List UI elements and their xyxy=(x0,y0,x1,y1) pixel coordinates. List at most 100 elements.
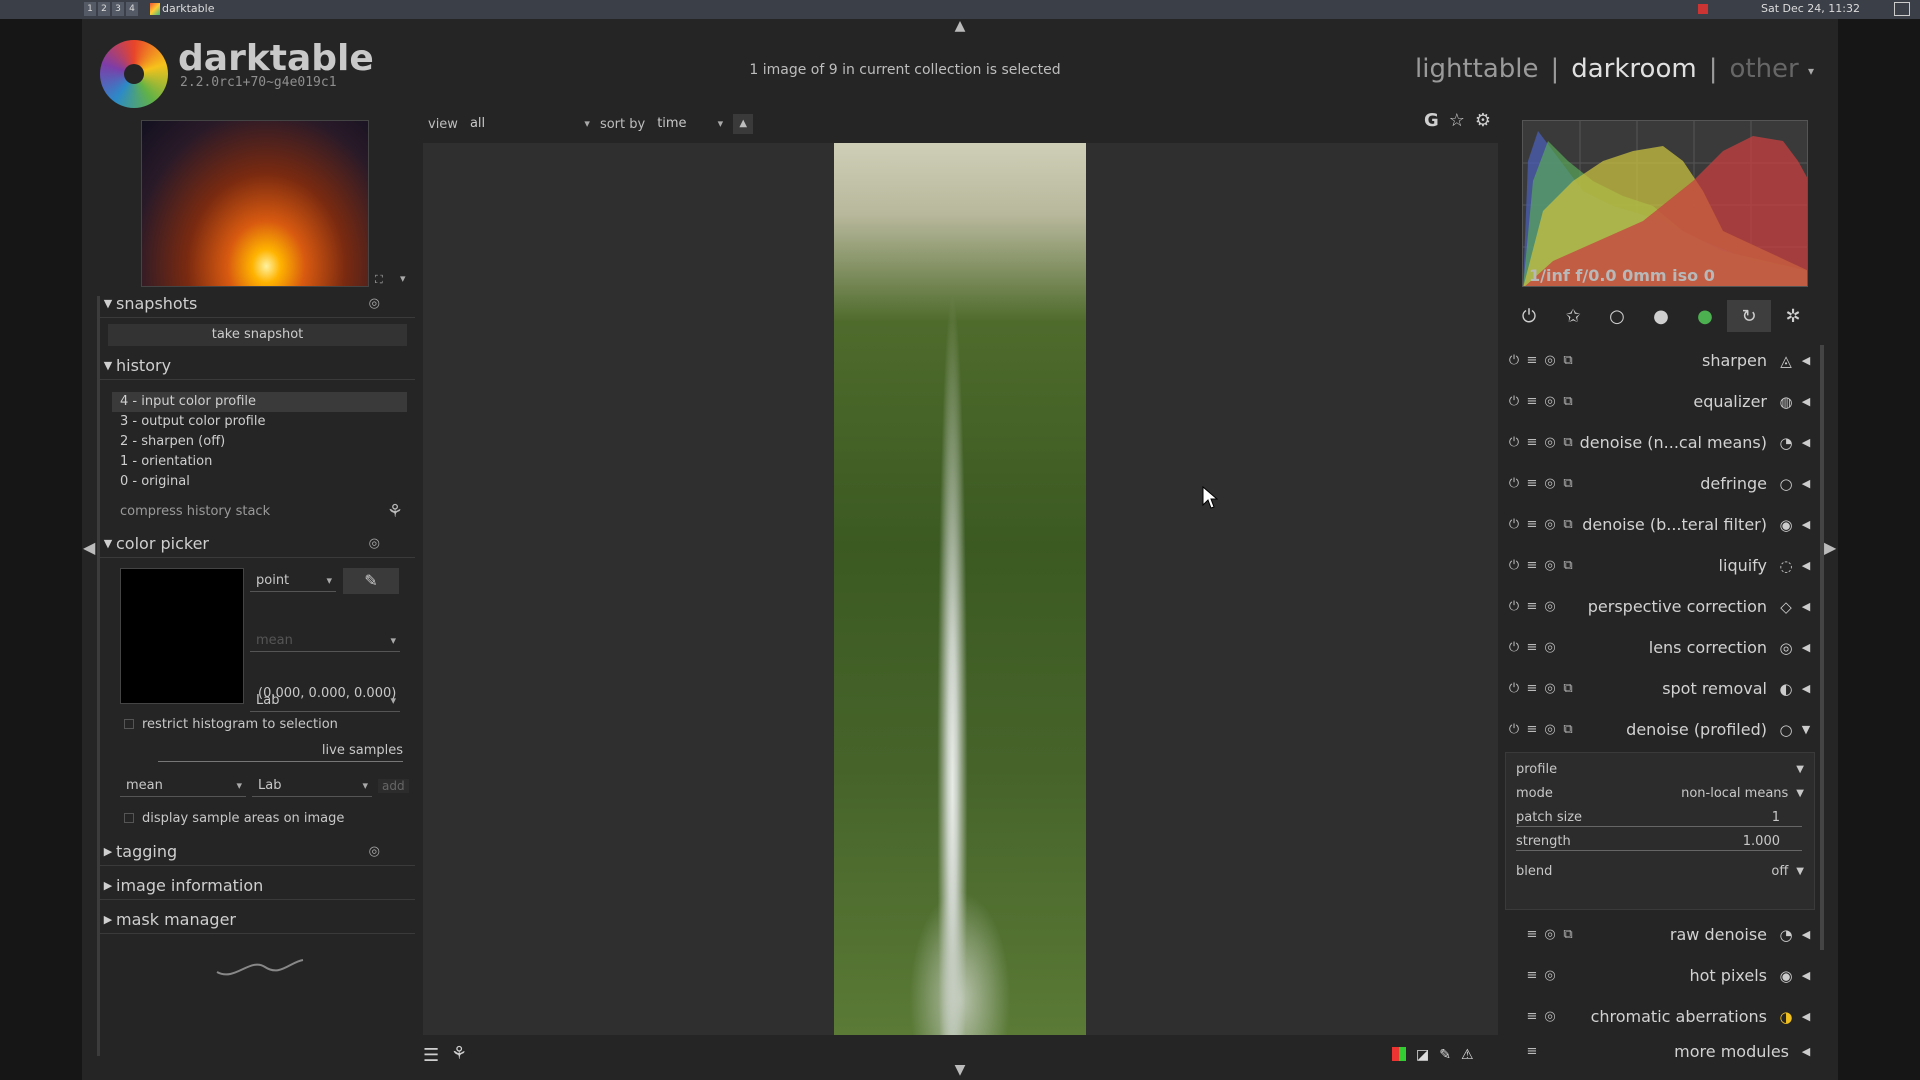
workspace-4[interactable]: 4 xyxy=(126,2,138,16)
styles-icon[interactable]: ⚘ xyxy=(387,501,403,522)
reset-icon[interactable]: ◎ xyxy=(1541,968,1559,983)
collapse-bottom-arrow-icon[interactable]: ▼ xyxy=(950,1062,970,1078)
waterfall-image[interactable] xyxy=(834,143,1086,1035)
mode-select[interactable]: mode non-local means ▼ xyxy=(1506,781,1814,805)
presets-icon[interactable]: ≡ xyxy=(1523,353,1541,368)
presets-icon[interactable]: ≡ xyxy=(1523,1044,1541,1059)
presets-icon[interactable]: ≡ xyxy=(1523,517,1541,532)
presets-icon[interactable]: ≡ xyxy=(1523,722,1541,737)
tagging-header[interactable]: ▶ tagging ◎ xyxy=(100,838,415,866)
picker-stat-select[interactable]: mean xyxy=(250,630,400,652)
active-modules-power-icon[interactable]: ⏻ xyxy=(1507,300,1551,332)
eyedropper-icon[interactable]: ✎ xyxy=(343,568,399,594)
power-icon[interactable]: ⏻ xyxy=(1505,640,1523,655)
power-icon[interactable]: ⏻ xyxy=(1505,681,1523,696)
collapse-arrow-icon[interactable]: ▼ xyxy=(1797,723,1815,736)
power-icon[interactable]: ⏻ xyxy=(1505,394,1523,409)
compress-history-button[interactable]: compress history stack xyxy=(120,504,270,519)
duplicate-icon[interactable]: ⧉ xyxy=(1559,394,1577,409)
module-liquify[interactable]: ⏻ ≡ ◎ ⧉ liquify ◌ ◀ xyxy=(1505,545,1815,586)
view-lighttable[interactable]: lighttable xyxy=(1415,54,1538,84)
module-denoise-profiled[interactable]: ⏻ ≡ ◎ ⧉ denoise (profiled) ○ ▼ xyxy=(1505,709,1815,750)
reset-icon[interactable]: ◎ xyxy=(1541,722,1559,737)
presets-icon[interactable]: ≡ xyxy=(1523,640,1541,655)
profile-select[interactable]: profile ▼ xyxy=(1506,757,1814,781)
expand-arrow-icon[interactable]: ◀ xyxy=(1797,969,1815,982)
module-sharpen[interactable]: ⏻ ≡ ◎ ⧉ sharpen ◬ ◀ xyxy=(1505,340,1815,381)
collapse-left-arrow-icon[interactable]: ◀ xyxy=(83,538,95,557)
softproof-icon[interactable]: ✎ xyxy=(1439,1047,1451,1063)
sample-stat-select[interactable]: mean xyxy=(120,775,246,797)
expand-arrow-icon[interactable]: ◀ xyxy=(1797,1045,1815,1058)
expand-arrow-icon[interactable]: ◀ xyxy=(1797,559,1815,572)
strength-slider[interactable]: strength 1.000 xyxy=(1506,829,1814,853)
expand-arrow-icon[interactable]: ◀ xyxy=(1797,395,1815,408)
mask-manager-header[interactable]: ▶ mask manager xyxy=(100,906,415,934)
workspace-3[interactable]: 3 xyxy=(112,2,124,16)
view-filter-select[interactable]: all xyxy=(464,113,594,135)
reset-icon[interactable]: ◎ xyxy=(1541,517,1559,532)
expand-arrow-icon[interactable]: ◀ xyxy=(1797,600,1815,613)
slider-track[interactable] xyxy=(1516,850,1802,851)
duplicate-icon[interactable]: ⧉ xyxy=(1559,517,1577,532)
reset-icon[interactable]: ◎ xyxy=(1541,1009,1559,1024)
module-defringe[interactable]: ⏻ ≡ ◎ ⧉ defringe ○ ◀ xyxy=(1505,463,1815,504)
module-hot-pixels[interactable]: ≡ ◎ hot pixels ◉ ◀ xyxy=(1505,955,1815,996)
expand-arrow-icon[interactable]: ◀ xyxy=(1797,477,1815,490)
take-snapshot-button[interactable]: take snapshot xyxy=(108,324,407,346)
view-other[interactable]: other xyxy=(1729,54,1798,84)
reset-icon[interactable]: ◎ xyxy=(1541,476,1559,491)
reset-icon[interactable]: ◎ xyxy=(1541,394,1559,409)
history-item[interactable]: 2 - sharpen (off) xyxy=(112,432,407,452)
expand-arrow-icon[interactable]: ◀ xyxy=(1797,436,1815,449)
grouping-icon[interactable]: G xyxy=(1424,110,1439,131)
grid-icon[interactable] xyxy=(1894,2,1910,16)
workspace-switcher[interactable]: 1 2 3 4 xyxy=(84,2,138,16)
history-item[interactable]: 3 - output color profile xyxy=(112,412,407,432)
presets-icon[interactable]: ≡ xyxy=(1523,681,1541,696)
power-icon[interactable]: ⏻ xyxy=(1505,722,1523,737)
effect-group-icon[interactable]: ✲ xyxy=(1771,300,1815,332)
history-item[interactable]: 1 - orientation xyxy=(112,452,407,472)
module-denoise-bilateral[interactable]: ⏻ ≡ ◎ ⧉ denoise (b...teral filter) ◉ ◀ xyxy=(1505,504,1815,545)
taskbar-app-title[interactable]: darktable xyxy=(162,2,214,15)
duplicate-icon[interactable]: ⧉ xyxy=(1559,476,1577,491)
presets-icon[interactable]: ≡ xyxy=(1523,435,1541,450)
gamut-check-icon[interactable]: ⚠ xyxy=(1461,1047,1474,1063)
collapse-right-arrow-icon[interactable]: ▶ xyxy=(1824,538,1836,557)
reset-icon[interactable]: ◎ xyxy=(1541,435,1559,450)
workspace-1[interactable]: 1 xyxy=(84,2,96,16)
power-icon[interactable]: ⏻ xyxy=(1505,435,1523,450)
reset-icon[interactable]: ◎ xyxy=(1541,681,1559,696)
module-equalizer[interactable]: ⏻ ≡ ◎ ⧉ equalizer ◍ ◀ xyxy=(1505,381,1815,422)
presets-icon[interactable]: ≡ xyxy=(1523,927,1541,942)
power-icon[interactable]: ⏻ xyxy=(1505,599,1523,614)
module-perspective-correction[interactable]: ⏻ ≡ ◎ perspective correction ◇ ◀ xyxy=(1505,586,1815,627)
reset-icon[interactable]: ◎ xyxy=(1541,353,1559,368)
clipping-indicator-icon[interactable]: ◪ xyxy=(1416,1047,1429,1063)
module-denoise-nlmeans[interactable]: ⏻ ≡ ◎ ⧉ denoise (n...cal means) ◔ ◀ xyxy=(1505,422,1815,463)
color-picker-header[interactable]: ▼ color picker ◎ xyxy=(100,530,415,558)
module-chromatic-aberrations[interactable]: ≡ ◎ chromatic aberrations ◑ ◀ xyxy=(1505,996,1815,1037)
quick-access-menu-icon[interactable]: ☰ xyxy=(423,1045,439,1066)
expand-arrow-icon[interactable]: ◀ xyxy=(1797,354,1815,367)
presets-icon[interactable]: ≡ xyxy=(1523,599,1541,614)
presets-icon[interactable]: ≡ xyxy=(1523,394,1541,409)
color-group-icon[interactable]: ● xyxy=(1683,300,1727,332)
reset-icon[interactable]: ◎ xyxy=(1541,927,1559,942)
power-icon[interactable]: ⏻ xyxy=(1505,353,1523,368)
reset-icon[interactable]: ◎ xyxy=(369,536,380,551)
presets-icon[interactable]: ≡ xyxy=(1523,968,1541,983)
expand-arrow-icon[interactable]: ◀ xyxy=(1797,928,1815,941)
view-dropdown-icon[interactable]: ▾ xyxy=(1808,64,1814,78)
display-areas-checkbox[interactable] xyxy=(124,813,134,823)
thumbnail-menu-icon[interactable]: ▾ xyxy=(400,272,406,285)
reset-icon[interactable]: ◎ xyxy=(1541,640,1559,655)
picker-mode-select[interactable]: point xyxy=(250,570,336,592)
fullscreen-icon[interactable]: ⛶ xyxy=(375,273,383,287)
duplicate-icon[interactable]: ⧉ xyxy=(1559,722,1577,737)
history-header[interactable]: ▼ history xyxy=(100,352,415,380)
patch-size-slider[interactable]: patch size 1 xyxy=(1506,805,1814,829)
expand-arrow-icon[interactable]: ◀ xyxy=(1797,518,1815,531)
presets-icon[interactable]: ≡ xyxy=(1523,1009,1541,1024)
